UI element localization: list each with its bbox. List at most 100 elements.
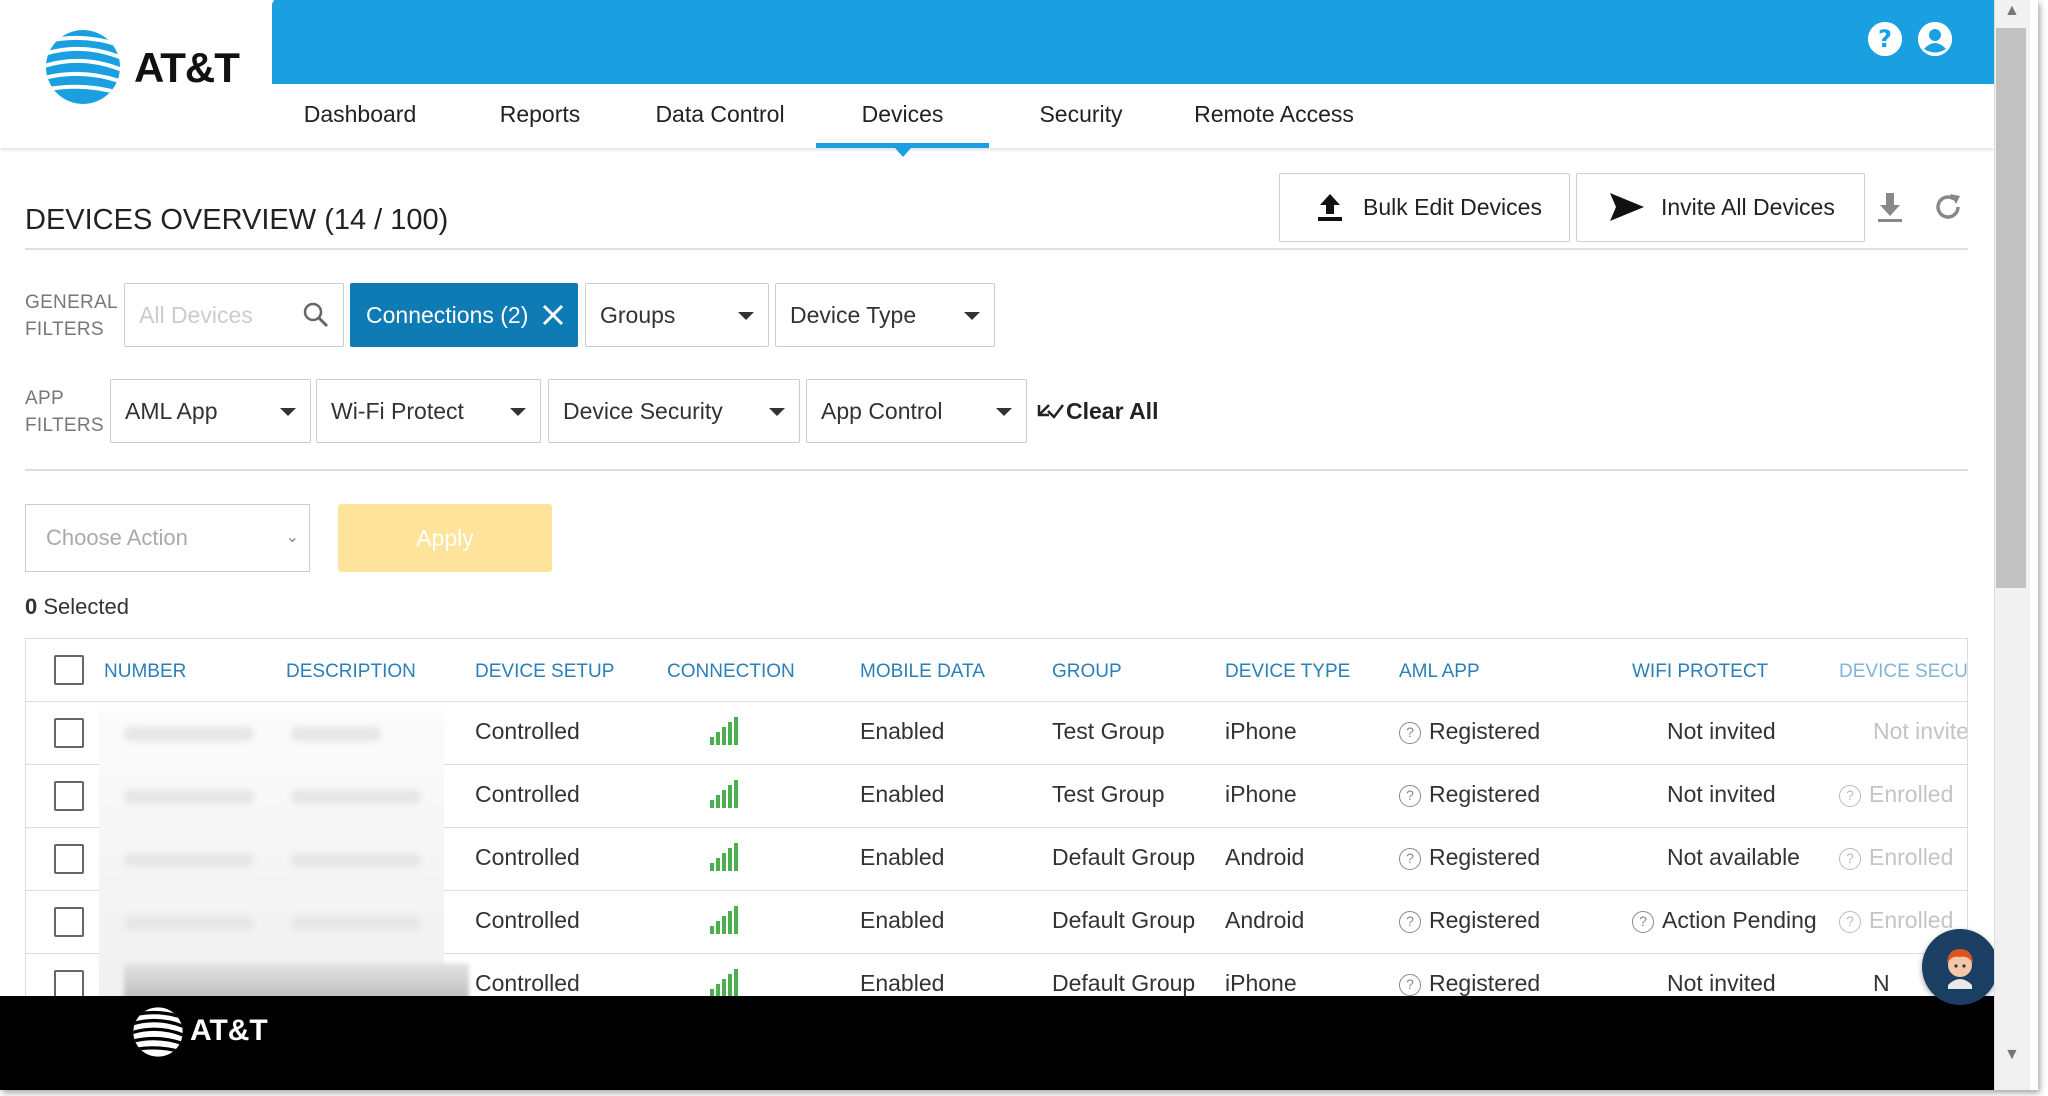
cell-group: Default Group	[1052, 907, 1196, 933]
wifi-protect-dropdown[interactable]: Wi-Fi Protect	[316, 379, 541, 443]
scroll-down-icon[interactable]: ▼	[2004, 1046, 2020, 1064]
help-circle-icon[interactable]: ?	[1632, 911, 1654, 933]
aml-app-status: Registered	[1429, 718, 1541, 744]
select-all-checkbox[interactable]	[54, 655, 84, 685]
wifi-protect-status: Action Pending	[1662, 907, 1817, 933]
bulk-edit-devices-button[interactable]: Bulk Edit Devices	[1279, 173, 1570, 242]
chevron-down-icon	[964, 312, 980, 320]
help-circle-icon[interactable]: ?	[1399, 785, 1421, 807]
column-header-aml-app[interactable]: AML APP	[1399, 639, 1480, 701]
cell-device-type: iPhone	[1225, 781, 1297, 807]
help-circle-icon[interactable]: ?	[1399, 911, 1421, 933]
tab-data-control[interactable]: Data Control	[640, 84, 800, 148]
help-circle-icon[interactable]: ?	[1839, 848, 1861, 870]
groups-dropdown[interactable]: Groups	[585, 283, 769, 347]
help-circle-icon[interactable]: ?	[1399, 974, 1421, 996]
cell-aml-app: ? Registered	[1399, 781, 1540, 808]
column-header-wifi-protect[interactable]: WIFI PROTECT	[1632, 639, 1768, 701]
column-header-description[interactable]: DESCRIPTION	[286, 639, 416, 701]
tab-devices[interactable]: Devices	[816, 84, 989, 157]
redacted-text	[124, 916, 254, 930]
help-icon[interactable]: ?	[1868, 22, 1902, 56]
cell-device-security: ? Enrolled	[1839, 844, 1953, 871]
column-header-group[interactable]: GROUP	[1052, 639, 1122, 701]
cell-group: Test Group	[1052, 718, 1165, 744]
signal-bars-icon	[710, 780, 738, 808]
scrollbar-thumb[interactable]	[1996, 28, 2026, 588]
column-header-number[interactable]: NUMBER	[104, 639, 186, 701]
tab-security[interactable]: Security	[1022, 84, 1140, 148]
general-filters-label: GENERAL FILTERS	[25, 289, 118, 343]
clear-all-label: Clear All	[1066, 398, 1159, 424]
user-account-icon[interactable]	[1918, 22, 1952, 56]
row-divider	[26, 701, 1967, 702]
choose-action-select[interactable]: Choose Action ⌄	[25, 504, 310, 572]
device-security-status: Enrolled	[1869, 781, 1954, 807]
cell-group: Default Group	[1052, 844, 1196, 870]
selected-count: 0	[25, 594, 38, 619]
redacted-text	[291, 727, 381, 741]
tab-remote-access[interactable]: Remote Access	[1188, 84, 1360, 148]
bulk-edit-label: Bulk Edit Devices	[1363, 194, 1542, 220]
tab-dashboard[interactable]: Dashboard	[290, 84, 430, 148]
row-checkbox[interactable]	[54, 718, 84, 748]
close-icon[interactable]	[542, 304, 564, 326]
cell-mobile-data: Enabled	[860, 781, 945, 807]
aml-app-dropdown[interactable]: AML App	[110, 379, 311, 443]
cell-group: Default Group	[1052, 970, 1196, 996]
app-control-label: App Control	[821, 398, 943, 424]
connections-filter-chip[interactable]: Connections (2)	[350, 283, 578, 347]
clear-filter-icon	[1037, 404, 1064, 419]
cell-mobile-data: Enabled	[860, 718, 945, 744]
row-checkbox[interactable]	[54, 907, 84, 937]
row-checkbox[interactable]	[54, 844, 84, 874]
app-filters-label-line-2: FILTERS	[25, 415, 104, 436]
chat-assistant-button[interactable]	[1922, 929, 1998, 1005]
tab-reports[interactable]: Reports	[480, 84, 600, 148]
refresh-icon[interactable]	[1932, 191, 1964, 223]
row-checkbox[interactable]	[54, 970, 84, 997]
att-globe-logo[interactable]	[44, 28, 122, 106]
column-header-device-security[interactable]: DEVICE SECURI	[1839, 639, 1967, 701]
redacted-text	[291, 853, 421, 867]
app-filters-label: APP FILTERS	[25, 385, 104, 439]
search-input[interactable]: All Devices	[124, 283, 344, 347]
column-header-connection[interactable]: CONNECTION	[667, 639, 795, 701]
download-icon[interactable]	[1876, 191, 1904, 223]
cell-wifi-protect: Not available	[1667, 844, 1800, 870]
chevron-down-icon: ⌄	[285, 529, 299, 546]
help-circle-icon[interactable]: ?	[1399, 722, 1421, 744]
aml-app-status: Registered	[1429, 907, 1541, 933]
aml-app-status: Registered	[1429, 844, 1541, 870]
row-checkbox[interactable]	[54, 781, 84, 811]
cell-device-security: N	[1873, 970, 1890, 996]
cell-group: Test Group	[1052, 781, 1165, 807]
aml-app-status: Registered	[1429, 781, 1541, 807]
cell-wifi-protect: ? Action Pending	[1632, 907, 1817, 934]
column-header-device-setup[interactable]: DEVICE SETUP	[475, 639, 614, 701]
column-header-device-type[interactable]: DEVICE TYPE	[1225, 639, 1350, 701]
title-divider	[25, 248, 1968, 250]
chevron-down-icon	[738, 312, 754, 320]
invite-all-devices-button[interactable]: Invite All Devices	[1576, 173, 1865, 242]
att-globe-logo-footer[interactable]	[132, 1006, 184, 1058]
help-circle-icon[interactable]: ?	[1839, 785, 1861, 807]
cell-wifi-protect: Not invited	[1667, 781, 1776, 807]
device-security-dropdown[interactable]: Device Security	[548, 379, 800, 443]
app-control-dropdown[interactable]: App Control	[806, 379, 1027, 443]
clear-all-button[interactable]: Clear All	[1036, 398, 1158, 425]
signal-bars-icon	[710, 969, 738, 997]
help-circle-icon[interactable]: ?	[1399, 848, 1421, 870]
redacted-text	[124, 853, 254, 867]
cell-aml-app: ? Registered	[1399, 844, 1540, 871]
redacted-text	[124, 727, 254, 741]
apply-button[interactable]: Apply	[338, 504, 552, 572]
device-type-dropdown[interactable]: Device Type	[775, 283, 995, 347]
column-header-mobile-data[interactable]: MOBILE DATA	[860, 639, 985, 701]
scroll-up-icon[interactable]: ▲	[2004, 2, 2020, 20]
choose-action-label: Choose Action	[46, 525, 188, 550]
page-title: DEVICES OVERVIEW (14 / 100)	[25, 204, 449, 236]
cell-mobile-data: Enabled	[860, 907, 945, 933]
help-circle-icon[interactable]: ?	[1839, 911, 1861, 933]
aml-app-status: Registered	[1429, 970, 1541, 996]
